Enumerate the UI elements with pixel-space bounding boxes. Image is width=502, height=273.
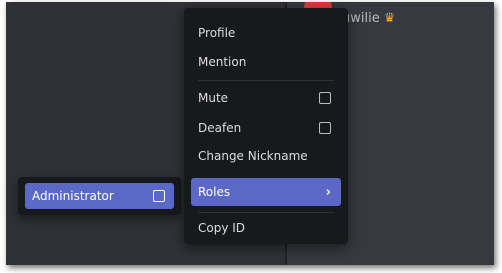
menu-separator [198,80,334,81]
app-window: uwilie ♛ Administrator Profile Mention Mu… [6,2,494,265]
menu-item-roles[interactable]: Roles › [191,178,341,206]
menu-item-label: Deafen [198,121,242,135]
menu-item-label: Copy ID [198,221,246,235]
menu-item-mute[interactable]: Mute [191,84,341,112]
checkbox-icon[interactable] [319,122,331,134]
user-context-menu: Profile Mention Mute Deafen Change Nickn… [184,8,348,244]
role-item-administrator[interactable]: Administrator [25,183,174,209]
checkbox-icon[interactable] [319,92,331,104]
menu-separator [198,212,334,213]
menu-item-label: Change Nickname [198,149,308,163]
role-label: Administrator [32,189,114,203]
roles-submenu: Administrator [18,177,181,215]
menu-item-label: Mention [198,55,247,69]
menu-item-mention[interactable]: Mention [191,48,341,76]
menu-item-deafen[interactable]: Deafen [191,114,341,142]
menu-item-label: Mute [198,91,229,105]
menu-item-profile[interactable]: Profile [191,19,341,47]
message-author[interactable]: uwilie ♛ [342,11,395,26]
menu-item-label: Profile [198,26,236,40]
menu-item-change-nickname[interactable]: Change Nickname [191,142,341,170]
menu-item-copy-id[interactable]: Copy ID [191,214,341,242]
checkbox-icon[interactable] [153,190,165,202]
menu-item-label: Roles [198,185,231,199]
crown-icon: ♛ [383,11,396,26]
chevron-right-icon: › [325,184,331,200]
